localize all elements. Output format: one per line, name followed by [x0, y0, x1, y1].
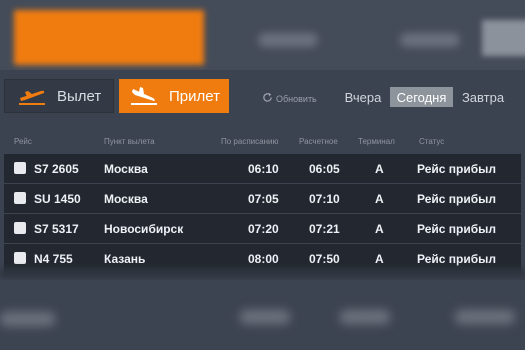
scheduled-time: 07:20 — [248, 221, 279, 236]
blurred-text — [340, 310, 390, 324]
estimated-time: 06:05 — [309, 161, 340, 176]
scheduled-time: 06:10 — [248, 161, 279, 176]
tab-arrivals[interactable]: Прилет — [119, 79, 229, 113]
plane-takeoff-icon — [17, 87, 47, 105]
airline-logo-icon — [14, 162, 26, 174]
column-header-origin: Пункт вылета — [104, 137, 155, 146]
terminal: A — [375, 251, 384, 266]
blurred-text — [0, 312, 55, 326]
table-row[interactable]: S7 2605 Москва 06:10 06:05 A Рейс прибыл — [4, 154, 521, 183]
flight-number: SU 1450 — [34, 191, 81, 206]
header-blurred — [0, 0, 525, 70]
terminal: A — [375, 221, 384, 236]
origin-city: Новосибирск — [104, 221, 184, 236]
origin-city: Москва — [104, 191, 148, 206]
column-header-scheduled: По расписанию — [221, 137, 279, 146]
header-blur-pill — [258, 33, 318, 47]
day-today[interactable]: Сегодня — [390, 87, 453, 107]
table-row[interactable]: S7 5317 Новосибирск 07:20 07:21 A Рейс п… — [4, 214, 521, 243]
estimated-time: 07:21 — [309, 221, 340, 236]
airline-logo-icon — [14, 252, 26, 264]
origin-city: Москва — [104, 161, 148, 176]
flight-status: Рейс прибыл — [417, 251, 497, 266]
flight-number: S7 5317 — [34, 221, 79, 236]
terminal: A — [375, 161, 384, 176]
flight-number: N4 755 — [34, 251, 73, 266]
flight-status: Рейс прибыл — [417, 221, 497, 236]
column-header-status: Статус — [419, 137, 445, 146]
flight-status: Рейс прибыл — [417, 191, 497, 206]
refresh-icon — [262, 92, 273, 105]
header-blur-box — [482, 20, 525, 56]
airline-logo-icon — [14, 222, 26, 234]
header-blur-pill — [400, 33, 460, 47]
flight-number: S7 2605 — [34, 161, 79, 176]
tab-arrivals-label: Прилет — [169, 87, 220, 105]
tab-departures[interactable]: Вылет — [4, 79, 114, 113]
column-header-flight: Рейс — [14, 137, 32, 146]
flights-table: S7 2605 Москва 06:10 06:05 A Рейс прибыл… — [4, 154, 521, 274]
estimated-time: 07:50 — [309, 251, 340, 266]
airline-logo-icon — [14, 192, 26, 204]
day-tomorrow[interactable]: Завтра — [460, 87, 506, 107]
day-yesterday[interactable]: Вчера — [342, 87, 384, 107]
origin-city: Казань — [104, 251, 146, 266]
estimated-time: 07:10 — [309, 191, 340, 206]
blurred-text — [240, 310, 290, 324]
scheduled-time: 07:05 — [248, 191, 279, 206]
scheduled-time: 08:00 — [248, 251, 279, 266]
terminal: A — [375, 191, 384, 206]
refresh-label: Обновить — [276, 93, 317, 104]
plane-landing-icon — [129, 87, 159, 105]
refresh-button[interactable]: Обновить — [262, 92, 317, 105]
tab-departures-label: Вылет — [57, 87, 102, 105]
column-header-estimated: Расчетное — [299, 137, 338, 146]
flight-status: Рейс прибыл — [417, 161, 497, 176]
table-row[interactable]: SU 1450 Москва 07:05 07:10 A Рейс прибыл — [4, 184, 521, 213]
header-arrivals-blur — [14, 10, 204, 65]
blurred-row-edge — [0, 268, 525, 278]
blurred-text — [455, 310, 515, 324]
column-header-terminal: Терминал — [358, 137, 395, 146]
